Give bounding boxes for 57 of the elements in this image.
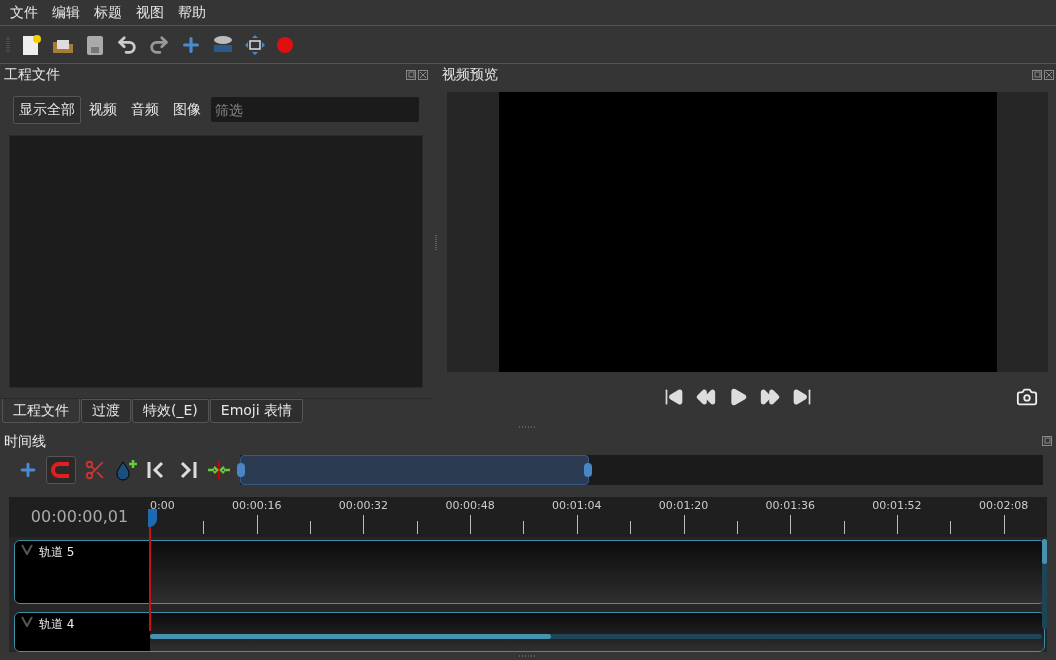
- track[interactable]: 轨道 5: [14, 540, 1045, 605]
- filter-field[interactable]: 筛选: [211, 97, 419, 123]
- close-icon[interactable]: [1044, 69, 1054, 80]
- timecode: 00:00:00,01: [30, 506, 129, 529]
- panel-tab[interactable]: 特效(_E): [132, 398, 209, 423]
- undo-icon[interactable]: [116, 33, 138, 56]
- ruler-label: 00:00:16: [232, 498, 282, 515]
- menu-item[interactable]: 标题: [94, 2, 122, 24]
- center-playhead-icon[interactable]: [206, 459, 232, 480]
- panel-title: 视频预览: [442, 65, 498, 85]
- ruler-label: 00:01:04: [552, 498, 602, 515]
- play-icon[interactable]: [728, 386, 748, 407]
- ruler-label: 00:00:32: [338, 498, 389, 515]
- fullscreen-icon[interactable]: [244, 33, 266, 56]
- close-icon[interactable]: [418, 69, 428, 80]
- ruler-label: 00:00:48: [445, 498, 495, 515]
- menu-item[interactable]: 视图: [136, 2, 164, 24]
- ruler-label: 00:01:36: [765, 498, 815, 515]
- redo-icon[interactable]: [148, 33, 170, 56]
- save-icon[interactable]: [84, 33, 106, 56]
- fast-forward-icon[interactable]: [760, 386, 780, 407]
- track-name: 轨道 5: [39, 544, 75, 562]
- float-icon[interactable]: [1042, 436, 1052, 447]
- vertical-scrollbar[interactable]: [1042, 539, 1047, 630]
- panel-title: 工程文件: [4, 65, 60, 85]
- panel-tab[interactable]: 过渡: [81, 398, 131, 423]
- panel-tab[interactable]: Emoji 表情: [209, 398, 304, 423]
- rewind-icon[interactable]: [696, 386, 716, 407]
- splitter-handle-icon[interactable]: [519, 655, 537, 658]
- ruler-label: 0:00: [150, 498, 175, 515]
- playhead[interactable]: [148, 509, 157, 632]
- magnet-icon: [51, 461, 71, 478]
- panel-tab[interactable]: 工程文件: [2, 398, 80, 423]
- splitter-handle-icon[interactable]: [519, 425, 537, 428]
- snap-toggle[interactable]: [46, 455, 76, 484]
- new-file-icon[interactable]: [20, 33, 42, 56]
- ruler-label: 00:02:08: [978, 498, 1029, 515]
- splitter-handle-icon[interactable]: [435, 235, 437, 252]
- ruler-label: 00:01:20: [658, 498, 709, 515]
- scissors-icon[interactable]: [84, 458, 106, 481]
- filter-tab[interactable]: 音频: [125, 95, 165, 124]
- filter-tab[interactable]: 图像: [167, 95, 207, 124]
- horizontal-scrollbar[interactable]: [150, 634, 1042, 640]
- panel-title: 时间线: [4, 431, 46, 451]
- collapse-icon[interactable]: [21, 543, 33, 556]
- filter-tab[interactable]: 视频: [83, 95, 123, 124]
- float-icon[interactable]: [1032, 69, 1042, 80]
- filter-tab[interactable]: 显示全部: [13, 95, 81, 124]
- collapse-icon[interactable]: [21, 615, 33, 628]
- menu-item[interactable]: 文件: [10, 2, 38, 24]
- ruler-label: 00:01:52: [872, 498, 922, 515]
- record-icon[interactable]: [276, 35, 294, 54]
- float-icon[interactable]: [406, 69, 416, 80]
- drop-plus-icon[interactable]: [114, 457, 138, 482]
- track-name: 轨道 4: [39, 616, 75, 634]
- menu-item[interactable]: 编辑: [52, 2, 80, 24]
- menu-item[interactable]: 帮助: [178, 2, 206, 24]
